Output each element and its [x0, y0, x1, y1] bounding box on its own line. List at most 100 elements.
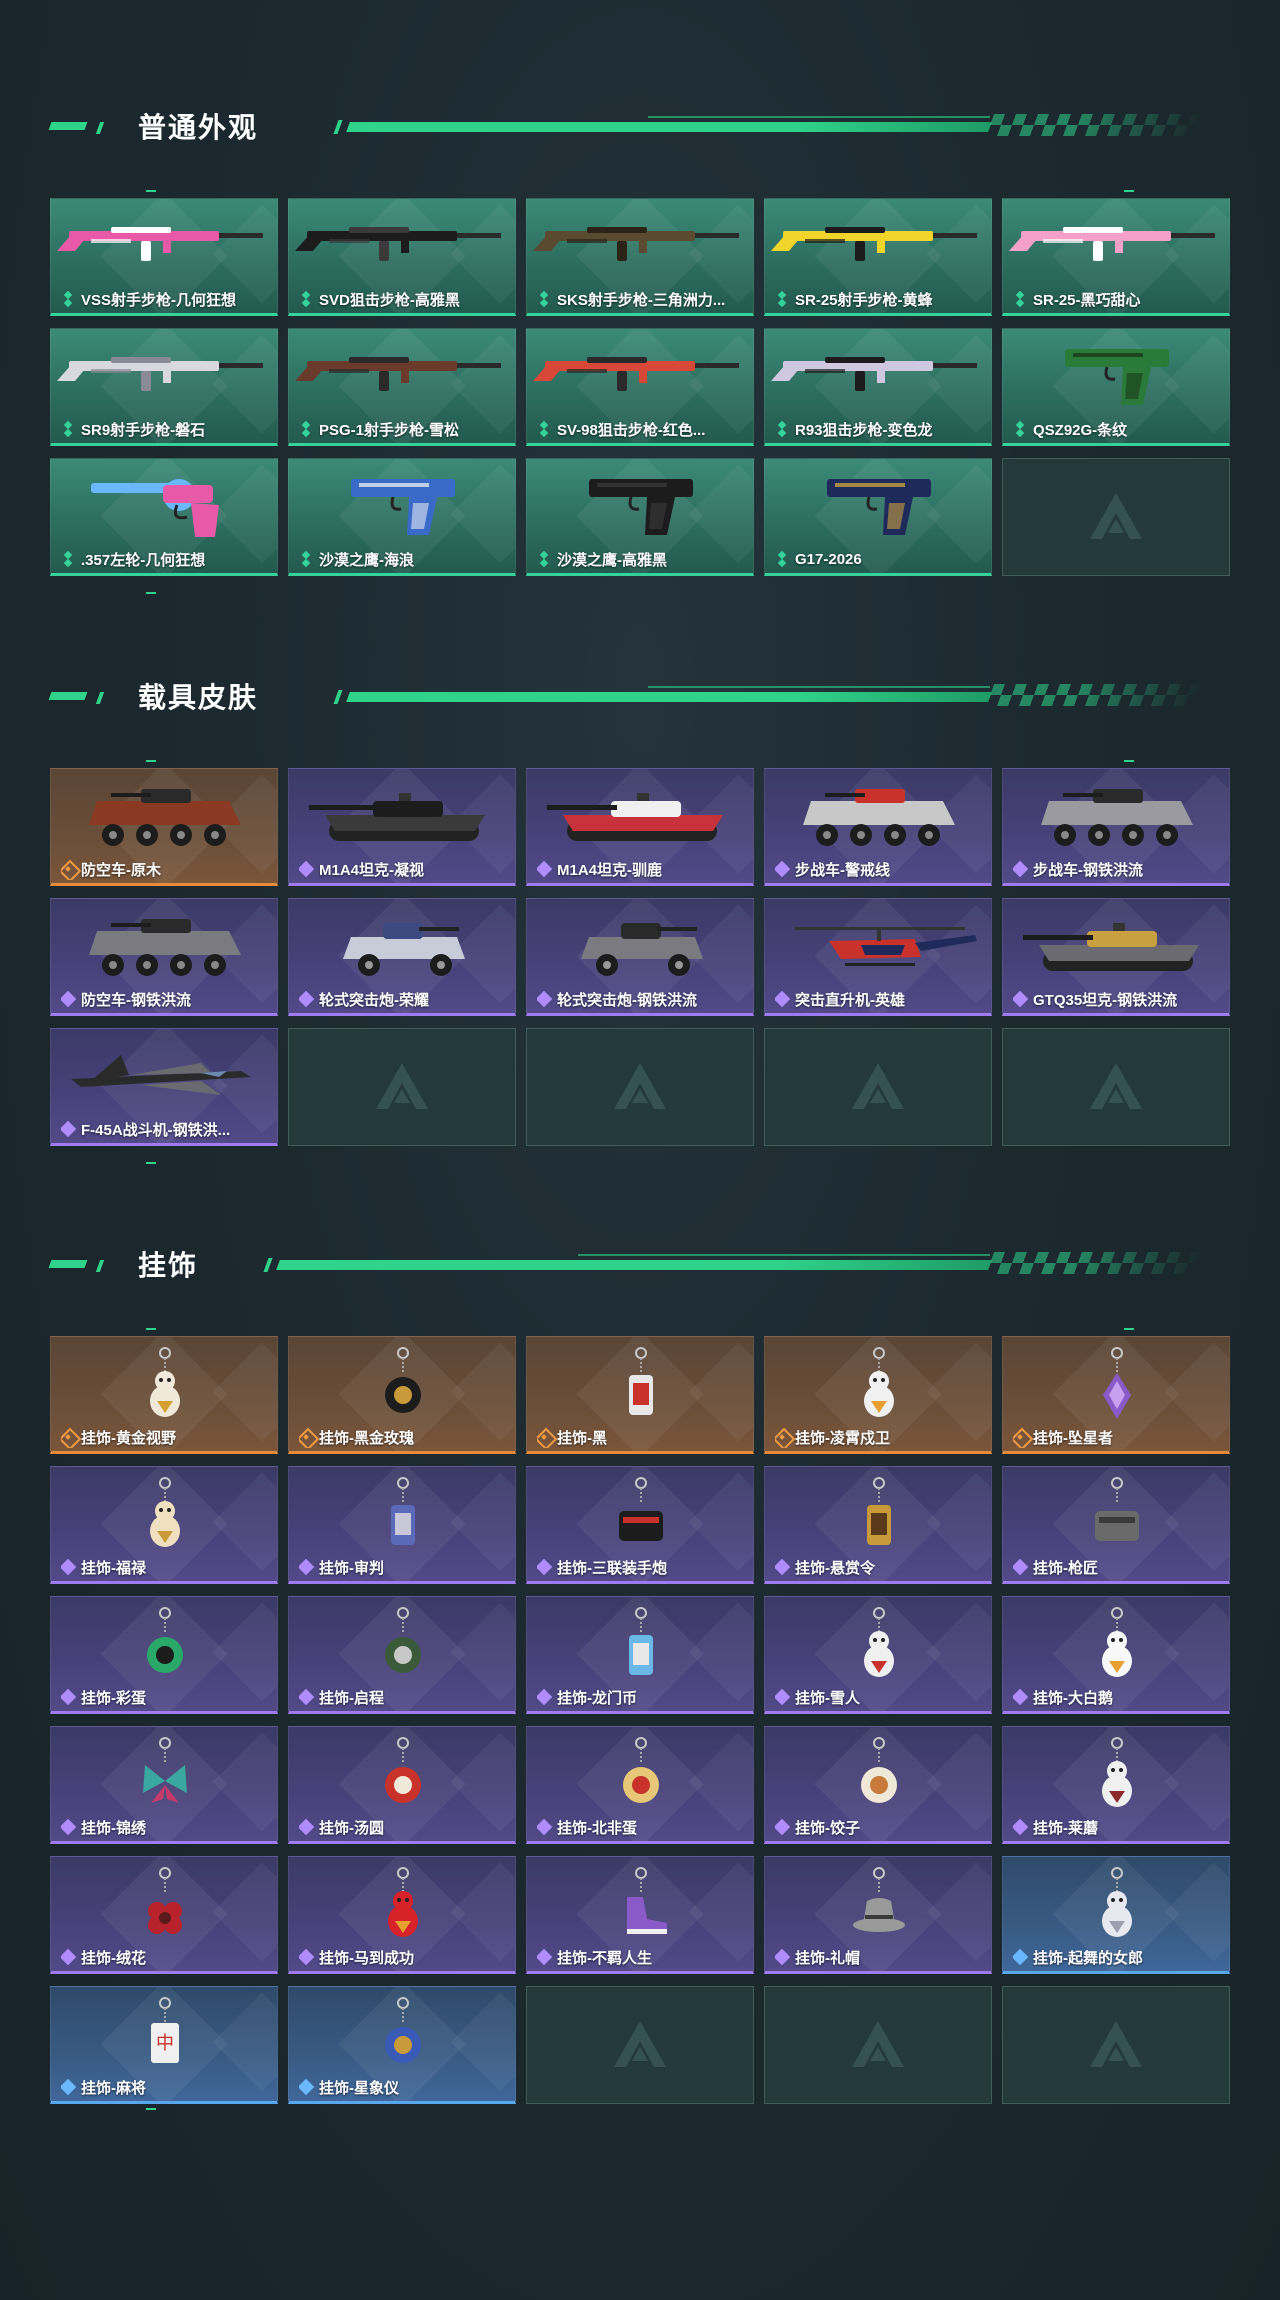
item-card[interactable]: 挂饰-坠星者 [1002, 1336, 1230, 1454]
item-card[interactable]: 挂饰-黑 [526, 1336, 754, 1454]
rarity-green-icon [299, 552, 313, 566]
item-card[interactable]: 步战车-钢铁洪流 [1002, 768, 1230, 886]
item-card[interactable]: 挂饰-绒花 [50, 1856, 278, 1974]
item-card[interactable]: 防空车-原木 [50, 768, 278, 886]
charm-figure-icon [51, 1343, 277, 1423]
item-name: 挂饰-坠星者 [1033, 1429, 1113, 1447]
item-card[interactable]: 挂饰-莱蘑 [1002, 1726, 1230, 1844]
item-card[interactable]: 挂饰-礼帽 [764, 1856, 992, 1974]
header-checker-pattern [985, 684, 1205, 706]
item-card[interactable]: 步战车-警戒线 [764, 768, 992, 886]
item-card[interactable]: 轮式突击炮-荣耀 [288, 898, 516, 1016]
item-label: 沙漠之鹰-海浪 [299, 548, 509, 570]
item-card[interactable]: 挂饰-黑金玫瑰 [288, 1336, 516, 1454]
rifle-icon [289, 205, 515, 285]
pistol-icon [289, 465, 515, 545]
item-card[interactable]: 挂饰-饺子 [764, 1726, 992, 1844]
header-accent-tick [95, 122, 105, 134]
item-label: 挂饰-礼帽 [775, 1946, 985, 1968]
item-card[interactable]: 挂饰-三联装手炮 [526, 1466, 754, 1584]
helicopter-icon [765, 905, 991, 985]
item-label: G17-2026 [775, 548, 985, 570]
header-accent-bar [48, 122, 88, 130]
item-card[interactable]: 挂饰-审判 [288, 1466, 516, 1584]
charm-butterfly-icon [51, 1733, 277, 1813]
jet-icon [51, 1035, 277, 1115]
empty-slot [764, 1028, 992, 1146]
item-card[interactable]: 挂饰-龙门币 [526, 1596, 754, 1714]
item-card[interactable]: 沙漠之鹰-海浪 [288, 458, 516, 576]
item-card[interactable]: GTQ35坦克-钢铁洪流 [1002, 898, 1230, 1016]
item-card[interactable]: 挂饰-星象仪 [288, 1986, 516, 2104]
rarity-purple-icon [1013, 1688, 1029, 1706]
item-card[interactable]: 突击直升机-英雄 [764, 898, 992, 1016]
item-card[interactable]: 挂饰-不羁人生 [526, 1856, 754, 1974]
item-card[interactable]: SV-98狙击步枪-红色... [526, 328, 754, 446]
rarity-purple-icon [1013, 1558, 1029, 1576]
item-card[interactable]: 挂饰-马到成功 [288, 1856, 516, 1974]
empty-slot [526, 1986, 754, 2104]
item-card[interactable]: 挂饰-枪匠 [1002, 1466, 1230, 1584]
item-card[interactable]: 挂饰-大白鹅 [1002, 1596, 1230, 1714]
item-card[interactable]: QSZ92G-条纹 [1002, 328, 1230, 446]
tick-mark [146, 190, 156, 192]
item-label: 轮式突击炮-钢铁洪流 [537, 988, 747, 1010]
item-card[interactable]: M1A4坦克-凝视 [288, 768, 516, 886]
item-card[interactable]: G17-2026 [764, 458, 992, 576]
item-card[interactable]: 挂饰-黄金视野 [50, 1336, 278, 1454]
item-card[interactable]: .357左轮-几何狂想 [50, 458, 278, 576]
rifle-icon [51, 335, 277, 415]
item-card[interactable]: SR-25射手步枪-黄蜂 [764, 198, 992, 316]
item-card[interactable]: PSG-1射手步枪-雪松 [288, 328, 516, 446]
item-label: 挂饰-审判 [299, 1556, 509, 1578]
item-card[interactable]: 挂饰-启程 [288, 1596, 516, 1714]
rarity-purple-icon [775, 860, 791, 878]
item-card[interactable]: 中 挂饰-麻将 [50, 1986, 278, 2104]
item-card[interactable]: R93狙击步枪-变色龙 [764, 328, 992, 446]
item-card[interactable]: 挂饰-悬赏令 [764, 1466, 992, 1584]
rarity-purple-icon [299, 860, 315, 878]
item-label: GTQ35坦克-钢铁洪流 [1013, 988, 1223, 1010]
item-name: SV-98狙击步枪-红色... [557, 421, 706, 439]
item-card[interactable]: 挂饰-彩蛋 [50, 1596, 278, 1714]
item-name: GTQ35坦克-钢铁洪流 [1033, 991, 1178, 1009]
item-label: 挂饰-星象仪 [299, 2076, 509, 2098]
item-label: M1A4坦克-凝视 [299, 858, 509, 880]
item-card[interactable]: VSS射手步枪-几何狂想 [50, 198, 278, 316]
item-card[interactable]: 挂饰-起舞的女郎 [1002, 1856, 1230, 1974]
item-card[interactable]: 挂饰-锦绣 [50, 1726, 278, 1844]
item-name: M1A4坦克-凝视 [319, 861, 425, 879]
item-card[interactable]: 轮式突击炮-钢铁洪流 [526, 898, 754, 1016]
item-card[interactable]: SR9射手步枪-磐石 [50, 328, 278, 446]
item-card[interactable]: 挂饰-福禄 [50, 1466, 278, 1584]
item-card[interactable]: 挂饰-北非蛋 [526, 1726, 754, 1844]
item-card[interactable]: F-45A战斗机-钢铁洪... [50, 1028, 278, 1146]
charm-figure-icon [1003, 1863, 1229, 1943]
item-label: 挂饰-福禄 [61, 1556, 271, 1578]
item-card[interactable]: SVD狙击步枪-高雅黑 [288, 198, 516, 316]
rifle-icon [765, 205, 991, 285]
item-label: SKS射手步枪-三角洲力... [537, 288, 747, 310]
charm-hat-icon [765, 1863, 991, 1943]
item-card[interactable]: 挂饰-雪人 [764, 1596, 992, 1714]
item-name: SR-25-黑巧甜心 [1033, 291, 1141, 309]
item-name: 挂饰-不羁人生 [557, 1949, 652, 1967]
item-card[interactable]: SR-25-黑巧甜心 [1002, 198, 1230, 316]
rifle-icon [1003, 205, 1229, 285]
item-label: 防空车-原木 [61, 858, 271, 880]
charm-round-icon [289, 1993, 515, 2073]
item-card[interactable]: 挂饰-凌霄戍卫 [764, 1336, 992, 1454]
item-card[interactable]: 挂饰-汤圆 [288, 1726, 516, 1844]
rarity-purple-icon [61, 990, 77, 1008]
rarity-purple-icon [61, 1818, 77, 1836]
item-label: 轮式突击炮-荣耀 [299, 988, 509, 1010]
charm-round-icon [765, 1733, 991, 1813]
item-name: 挂饰-黄金视野 [81, 1429, 176, 1447]
item-label: F-45A战斗机-钢铁洪... [61, 1118, 271, 1140]
item-card[interactable]: SKS射手步枪-三角洲力... [526, 198, 754, 316]
rarity-gold-icon [61, 1430, 75, 1444]
item-card[interactable]: 沙漠之鹰-高雅黑 [526, 458, 754, 576]
item-card[interactable]: 防空车-钢铁洪流 [50, 898, 278, 1016]
item-card[interactable]: M1A4坦克-驯鹿 [526, 768, 754, 886]
item-label: 挂饰-枪匠 [1013, 1556, 1223, 1578]
